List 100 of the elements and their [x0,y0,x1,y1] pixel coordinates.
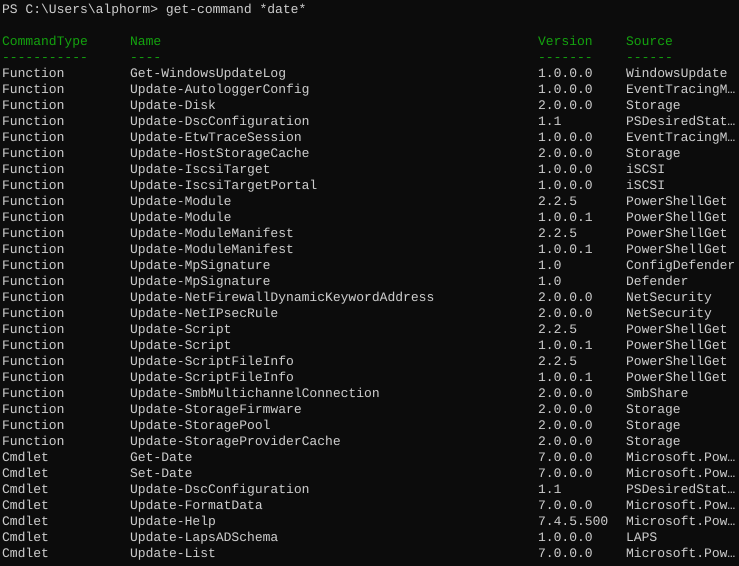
table-cell: Function [2,130,64,146]
table-cell: Update-Module [130,194,232,210]
table-cell: Update-IscsiTargetPortal [130,178,318,194]
table-cell: Function [2,66,64,82]
table-cell: 7.0.0.0 [538,546,593,562]
table-cell: Cmdlet [2,466,49,482]
table-cell: Storage [626,418,681,434]
table-cell: 2.0.0.0 [538,402,593,418]
table-cell: Cmdlet [2,530,49,546]
table-cell: PowerShellGet [626,226,728,242]
command-text: get-command *date* [166,2,306,17]
table-cell: Function [2,402,64,418]
table-cell: Update-Script [130,338,232,354]
table-cell: Function [2,418,64,434]
table-cell: 2.0.0.0 [538,98,593,114]
table-cell: PSDesiredStat… [626,114,736,130]
table-cell: LAPS [626,530,658,546]
table-cell: 1.0.0.1 [538,210,593,226]
table-cell: Function [2,258,64,274]
table-cell: Update-ScriptFileInfo [130,370,294,386]
table-cell: WindowsUpdate [626,66,728,82]
table-cell: Update-AutologgerConfig [130,82,310,98]
table-cell: 2.0.0.0 [538,418,593,434]
table-cell: Get-WindowsUpdateLog [130,66,286,82]
table-cell: PowerShellGet [626,338,728,354]
table-cell: Get-Date [130,450,192,466]
table-cell: 1.0.0.0 [538,66,593,82]
table-cell: Update-Script [130,322,232,338]
table-cell: Function [2,82,64,98]
table-cell: Update-ModuleManifest [130,242,294,258]
table-cell: Update-MpSignature [130,274,270,290]
table-cell: Function [2,242,64,258]
table-cell: 1.0 [538,258,562,274]
table-cell: Cmdlet [2,546,49,562]
table-cell: 2.2.5 [538,322,578,338]
table-cell: Update-HostStorageCache [130,146,310,162]
table-cell: PowerShellGet [626,210,728,226]
table-cell: Function [2,226,64,242]
table-cell: Function [2,290,64,306]
table-cell: PowerShellGet [626,370,728,386]
table-cell: Function [2,178,64,194]
table-cell: 1.0.0.0 [538,162,593,178]
table-cell: Update-ModuleManifest [130,226,294,242]
table-cell: Update-IscsiTarget [130,162,270,178]
table-cell: Function [2,98,64,114]
table-cell: 7.4.5.500 [538,514,608,530]
table-cell: Cmdlet [2,498,49,514]
table-cell: 7.0.0.0 [538,466,593,482]
table-cell: iSCSI [626,162,666,178]
table-cell: ConfigDefender [626,258,736,274]
table-cell: 2.0.0.0 [538,386,593,402]
table-cell: Update-NetFirewallDynamicKeywordAddress [130,290,434,306]
table-cell: Set-Date [130,466,192,482]
table-cell: Storage [626,402,681,418]
table-cell: Storage [626,146,681,162]
table-cell: 1.1 [538,482,562,498]
table-cell: Storage [626,98,681,114]
table-cell: Microsoft.Pow… [626,546,736,562]
table-cell: Function [2,210,64,226]
table-cell: PSDesiredStat… [626,482,736,498]
table-cell: Function [2,322,64,338]
table-cell: Cmdlet [2,514,49,530]
table-cell: 2.0.0.0 [538,146,593,162]
table-cell: 1.0.0.0 [538,130,593,146]
table-cell: Update-List [130,546,216,562]
table-cell: Update-Module [130,210,232,226]
table-cell: Function [2,114,64,130]
table-cell: Update-FormatData [130,498,263,514]
table-cell: 7.0.0.0 [538,450,593,466]
table-cell: Function [2,370,64,386]
table-cell: Function [2,146,64,162]
table-cell: Function [2,162,64,178]
table-cell: 2.0.0.0 [538,306,593,322]
header-underline: ------ [626,50,673,66]
table-cell: 1.0.0.0 [538,178,593,194]
table-cell: Microsoft.Pow… [626,450,736,466]
table-cell: 1.1 [538,114,562,130]
table-cell: 1.0.0.1 [538,242,593,258]
column-header: Source [626,34,673,50]
table-cell: 1.0.0.1 [538,338,593,354]
table-cell: Function [2,274,64,290]
table-cell: Update-ScriptFileInfo [130,354,294,370]
table-cell: Update-LapsADSchema [130,530,278,546]
table-cell: Function [2,338,64,354]
table-cell: 1.0.0.0 [538,82,593,98]
table-cell: iSCSI [626,178,666,194]
table-cell: SmbShare [626,386,688,402]
table-cell: Update-Help [130,514,216,530]
table-cell: EventTracingM… [626,130,736,146]
table-cell: NetSecurity [626,290,712,306]
table-cell: 2.0.0.0 [538,290,593,306]
table-cell: Update-StoragePool [130,418,270,434]
prompt-path: PS C:\Users\alphorm> [2,2,158,17]
table-cell: Update-DscConfiguration [130,482,310,498]
table-cell: Update-SmbMultichannelConnection [130,386,380,402]
table-cell: EventTracingM… [626,82,736,98]
table-cell: Microsoft.Pow… [626,466,736,482]
table-cell: Storage [626,434,681,450]
table-cell: PowerShellGet [626,194,728,210]
table-cell: Function [2,386,64,402]
